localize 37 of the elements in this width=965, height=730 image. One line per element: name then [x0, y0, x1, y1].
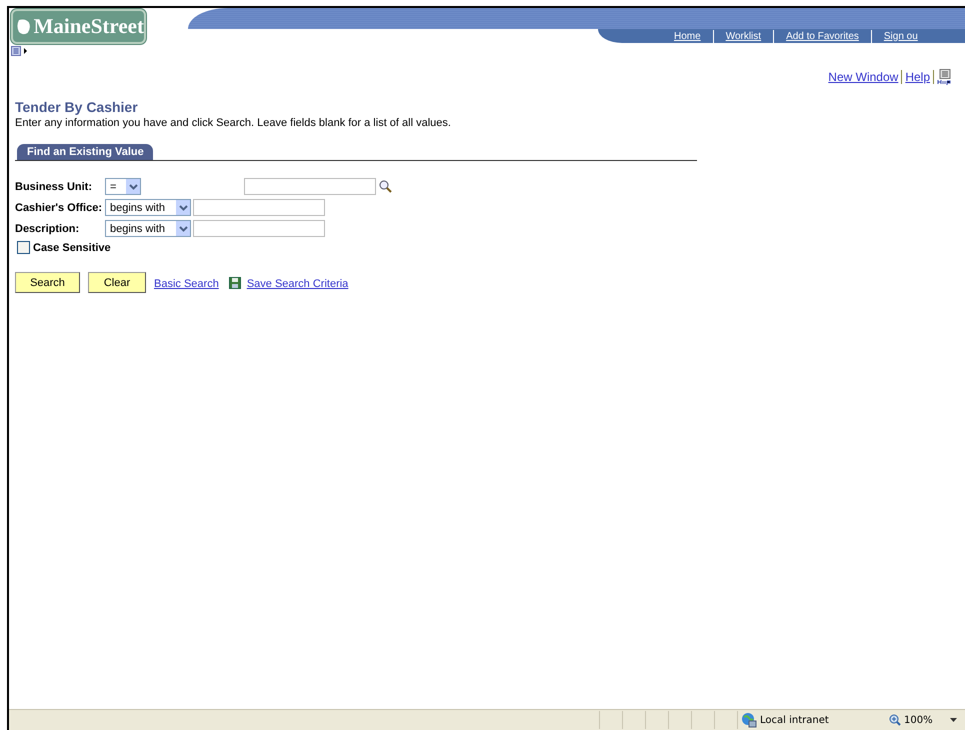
page-title: Tender By Cashier — [15, 99, 139, 115]
logo-text: MaineStreet — [34, 14, 144, 39]
link[interactable]: Help — [905, 70, 930, 84]
case-sensitive-checkbox[interactable] — [17, 241, 30, 254]
field-label: Description: — [15, 222, 80, 234]
chevron-down-icon[interactable] — [128, 184, 138, 190]
input-field[interactable] — [193, 199, 325, 216]
nav-link[interactable]: Add to Favorites — [782, 30, 863, 42]
page-link-icon[interactable] — [937, 69, 953, 85]
zoom-level[interactable]: 100% — [904, 714, 933, 726]
chevron-down-icon[interactable] — [178, 226, 188, 232]
chevron-down-icon[interactable] — [178, 204, 188, 210]
globe-icon — [741, 712, 757, 728]
checkbox-label: Case Sensitive — [33, 242, 111, 254]
field-label: Cashier's Office: — [15, 202, 103, 214]
input-field[interactable] — [193, 220, 325, 237]
link[interactable]: Basic Search — [154, 278, 219, 290]
operator-dropdown[interactable]: begins with — [105, 220, 191, 237]
nav-link[interactable]: Sign ou — [880, 30, 922, 42]
dropdown-arrow-icon[interactable] — [950, 718, 957, 722]
nav-link[interactable]: Home — [670, 30, 705, 42]
zone-text: Local intranet — [760, 714, 829, 726]
clear-button[interactable]: Clear — [88, 272, 146, 293]
instructions-text: Enter any information you have and click Search. Leave fields blank for a list of all values. — [15, 117, 452, 129]
input-field[interactable] — [244, 178, 376, 195]
menu-toggle-icon[interactable] — [11, 46, 29, 56]
field-label: Business Unit: — [15, 180, 94, 192]
nav-link[interactable]: Worklist — [722, 30, 766, 42]
search-icon[interactable] — [379, 180, 392, 193]
operator-dropdown[interactable]: = — [105, 178, 141, 195]
link[interactable]: Save Search Criteria — [246, 278, 348, 290]
state-shape-icon — [16, 18, 32, 36]
search-button[interactable]: Search — [15, 272, 80, 293]
operator-dropdown[interactable]: begins with — [105, 199, 191, 216]
zoom-icon[interactable] — [889, 714, 901, 726]
tab[interactable]: Find an Existing Value — [17, 144, 153, 160]
link[interactable]: New Window — [828, 70, 898, 84]
